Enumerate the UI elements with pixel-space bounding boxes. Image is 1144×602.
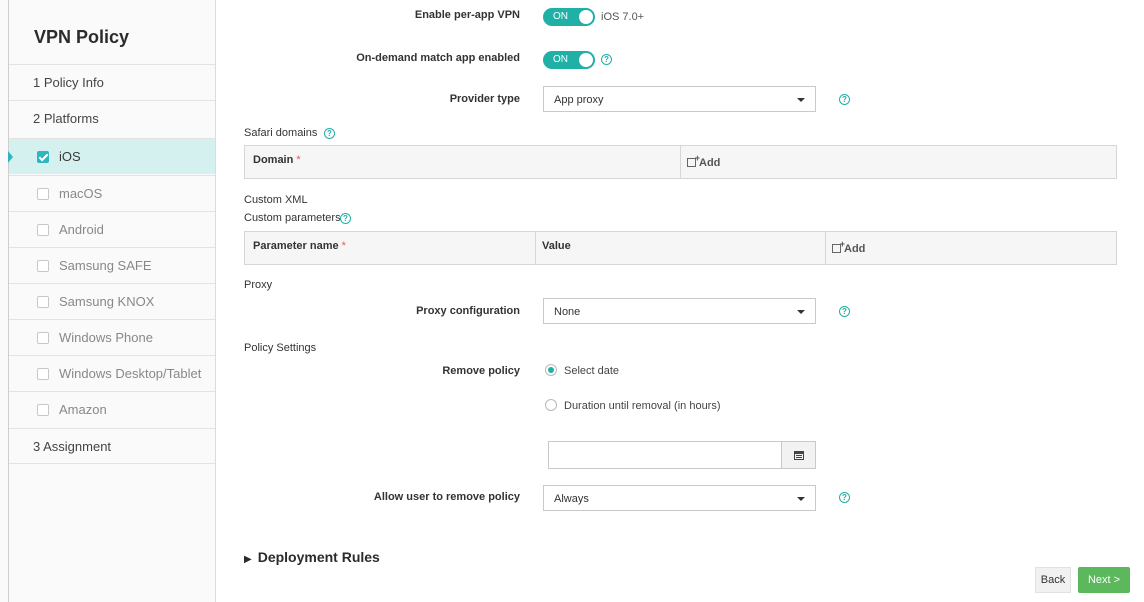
deployment-rules-toggle[interactable]: ▶ Deployment Rules	[244, 549, 380, 565]
platform-checkbox[interactable]	[37, 403, 49, 416]
policy-settings-section-label: Policy Settings	[244, 342, 317, 354]
help-icon[interactable]: ?	[839, 492, 850, 503]
value-column-header: Value	[542, 240, 571, 252]
parameter-name-column-header: Parameter name *	[253, 240, 346, 252]
add-parameter-button[interactable]: Add	[832, 239, 865, 255]
custom-parameters-table: Parameter name* Value Add	[244, 231, 1117, 265]
select-date-radio[interactable]	[545, 364, 557, 376]
toggle-knob	[579, 53, 593, 67]
help-icon[interactable]: ?	[839, 94, 850, 105]
platform-ios[interactable]: iOS	[8, 138, 215, 174]
wizard-sidebar: VPN Policy 1 Policy Info 2 Platforms iOS…	[0, 0, 216, 602]
step-label: 1 Policy Info	[33, 75, 104, 90]
platform-checkbox[interactable]	[37, 367, 49, 380]
custom-parameters-label: Custom parameters	[244, 212, 341, 224]
add-icon	[687, 153, 700, 167]
domain-column-header: Domain *	[253, 154, 301, 166]
platform-label: Windows Desktop/Tablet	[59, 366, 202, 381]
allow-remove-select[interactable]: Always	[543, 485, 816, 511]
select-value: None	[554, 306, 581, 318]
toggle-knob	[579, 10, 593, 24]
calendar-icon	[794, 451, 804, 460]
platform-checkbox[interactable]	[37, 295, 49, 308]
column-divider	[535, 232, 536, 264]
ios-version-note: iOS 7.0+	[601, 11, 645, 23]
help-icon[interactable]: ?	[340, 213, 351, 224]
proxy-configuration-select[interactable]: None	[543, 298, 816, 324]
step-assignment[interactable]: 3 Assignment	[9, 428, 215, 464]
chevron-down-icon	[797, 497, 805, 501]
help-icon[interactable]: ?	[324, 128, 335, 139]
triangle-right-icon: ▶	[244, 554, 252, 565]
remove-policy-label: Remove policy	[442, 365, 520, 377]
form-main: Enable per-app VPN ON iOS 7.0+ On-demand…	[217, 0, 1144, 602]
toggle-state: ON	[553, 54, 568, 65]
step-label: 3 Assignment	[33, 438, 112, 454]
on-demand-toggle[interactable]: ON	[543, 51, 595, 69]
sidebar-title: VPN Policy	[34, 27, 130, 47]
platform-windows-phone[interactable]: Windows Phone	[9, 319, 215, 355]
allow-remove-label: Allow user to remove policy	[373, 491, 520, 503]
chevron-down-icon	[797, 98, 805, 102]
per-app-vpn-label: Enable per-app VPN	[414, 9, 520, 21]
provider-type-select[interactable]: App proxy	[543, 86, 816, 112]
safari-domains-table: Domain* Add	[244, 145, 1117, 179]
proxy-configuration-label: Proxy configuration	[416, 305, 520, 317]
safari-domains-label: Safari domains	[244, 127, 318, 139]
step-label: 2 Platforms	[33, 111, 99, 126]
platform-samsung-safe[interactable]: Samsung SAFE	[9, 247, 215, 283]
active-caret-icon	[8, 151, 13, 163]
date-input[interactable]	[548, 441, 782, 469]
step-platforms[interactable]: 2 Platforms	[9, 100, 215, 136]
back-button[interactable]: Back	[1035, 567, 1071, 593]
platform-samsung-knox[interactable]: Samsung KNOX	[9, 283, 215, 319]
duration-radio[interactable]	[545, 399, 557, 411]
platform-checkbox[interactable]	[37, 331, 49, 344]
column-divider	[825, 232, 826, 264]
platform-checkbox[interactable]	[37, 187, 49, 200]
platform-checkbox[interactable]	[37, 150, 49, 163]
per-app-vpn-toggle[interactable]: ON	[543, 8, 595, 26]
provider-type-label: Provider type	[449, 93, 520, 105]
on-demand-label: On-demand match app enabled	[356, 52, 520, 64]
platform-macos[interactable]: macOS	[9, 175, 215, 211]
help-icon[interactable]: ?	[601, 54, 612, 65]
platform-label: Windows Phone	[59, 330, 153, 345]
help-icon[interactable]: ?	[839, 306, 850, 317]
select-date-label: Select date	[564, 365, 620, 377]
platform-label: Samsung SAFE	[59, 258, 152, 273]
platform-label: Samsung KNOX	[59, 294, 155, 309]
proxy-section-label: Proxy	[244, 279, 273, 291]
platform-checkbox[interactable]	[37, 223, 49, 236]
next-button[interactable]: Next >	[1078, 567, 1130, 593]
platform-windows-desktop[interactable]: Windows Desktop/Tablet	[9, 355, 215, 391]
platform-label: Amazon	[59, 402, 107, 417]
add-domain-button[interactable]: Add	[687, 153, 720, 169]
duration-label: Duration until removal (in hours)	[564, 400, 721, 412]
calendar-button[interactable]	[782, 441, 816, 469]
column-divider	[680, 146, 681, 178]
platform-amazon[interactable]: Amazon	[9, 391, 215, 427]
add-icon	[832, 239, 845, 253]
step-policy-info[interactable]: 1 Policy Info	[9, 64, 215, 100]
toggle-state: ON	[553, 11, 568, 22]
platform-label: iOS	[59, 149, 81, 164]
custom-xml-label: Custom XML	[244, 194, 308, 206]
platform-label: macOS	[59, 186, 103, 201]
select-value: App proxy	[554, 94, 604, 106]
platform-android[interactable]: Android	[9, 211, 215, 247]
platform-checkbox[interactable]	[37, 259, 49, 272]
chevron-down-icon	[797, 310, 805, 314]
platform-label: Android	[59, 222, 104, 237]
select-value: Always	[554, 493, 589, 505]
